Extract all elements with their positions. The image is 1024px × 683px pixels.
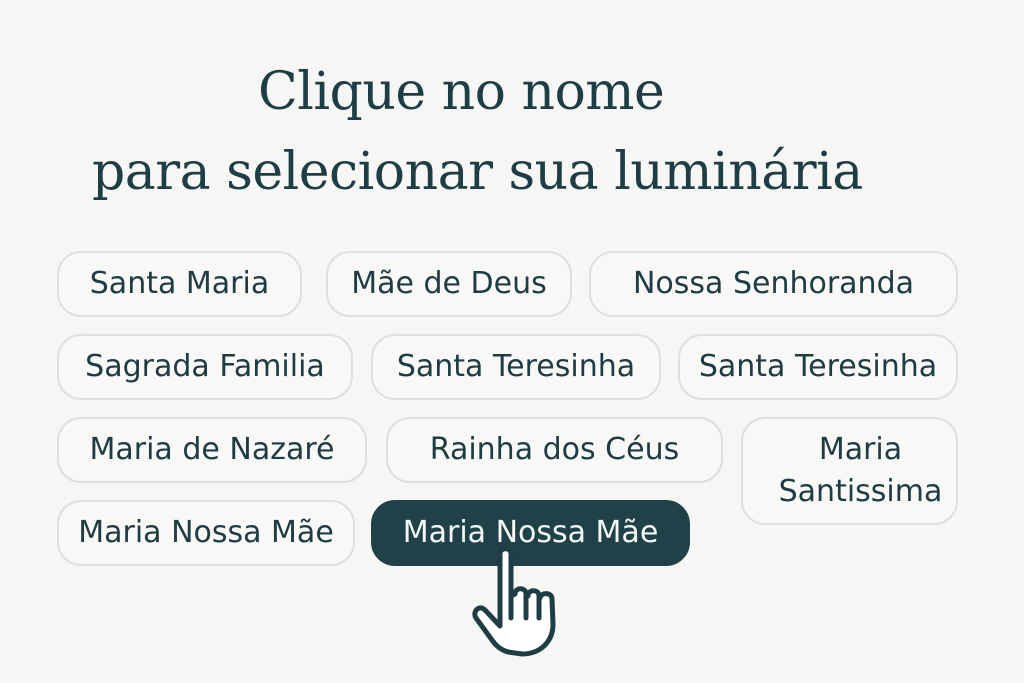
option-nossa-senhoranda[interactable]: Nossa Senhoranda — [589, 251, 958, 317]
option-santa-maria[interactable]: Santa Maria — [57, 251, 302, 317]
option-sagrada-familia[interactable]: Sagrada Familia — [57, 334, 353, 400]
page-title-line-2: para selecionar sua luminária — [92, 142, 863, 202]
option-maria-de-nazare[interactable]: Maria de Nazaré — [57, 417, 367, 483]
option-maria-nossa-mae[interactable]: Maria Nossa Mãe — [57, 500, 355, 566]
hand-pointer-icon — [472, 546, 556, 657]
option-santa-teresinha-2[interactable]: Santa Teresinha — [678, 334, 958, 400]
option-maria-santissima[interactable]: Maria Santissima — [741, 417, 958, 525]
option-santa-teresinha[interactable]: Santa Teresinha — [371, 334, 661, 400]
page-title-line-1: Clique no nome — [258, 62, 665, 122]
option-mae-de-deus[interactable]: Mãe de Deus — [326, 251, 572, 317]
option-rainha-dos-ceus[interactable]: Rainha dos Céus — [386, 417, 723, 483]
